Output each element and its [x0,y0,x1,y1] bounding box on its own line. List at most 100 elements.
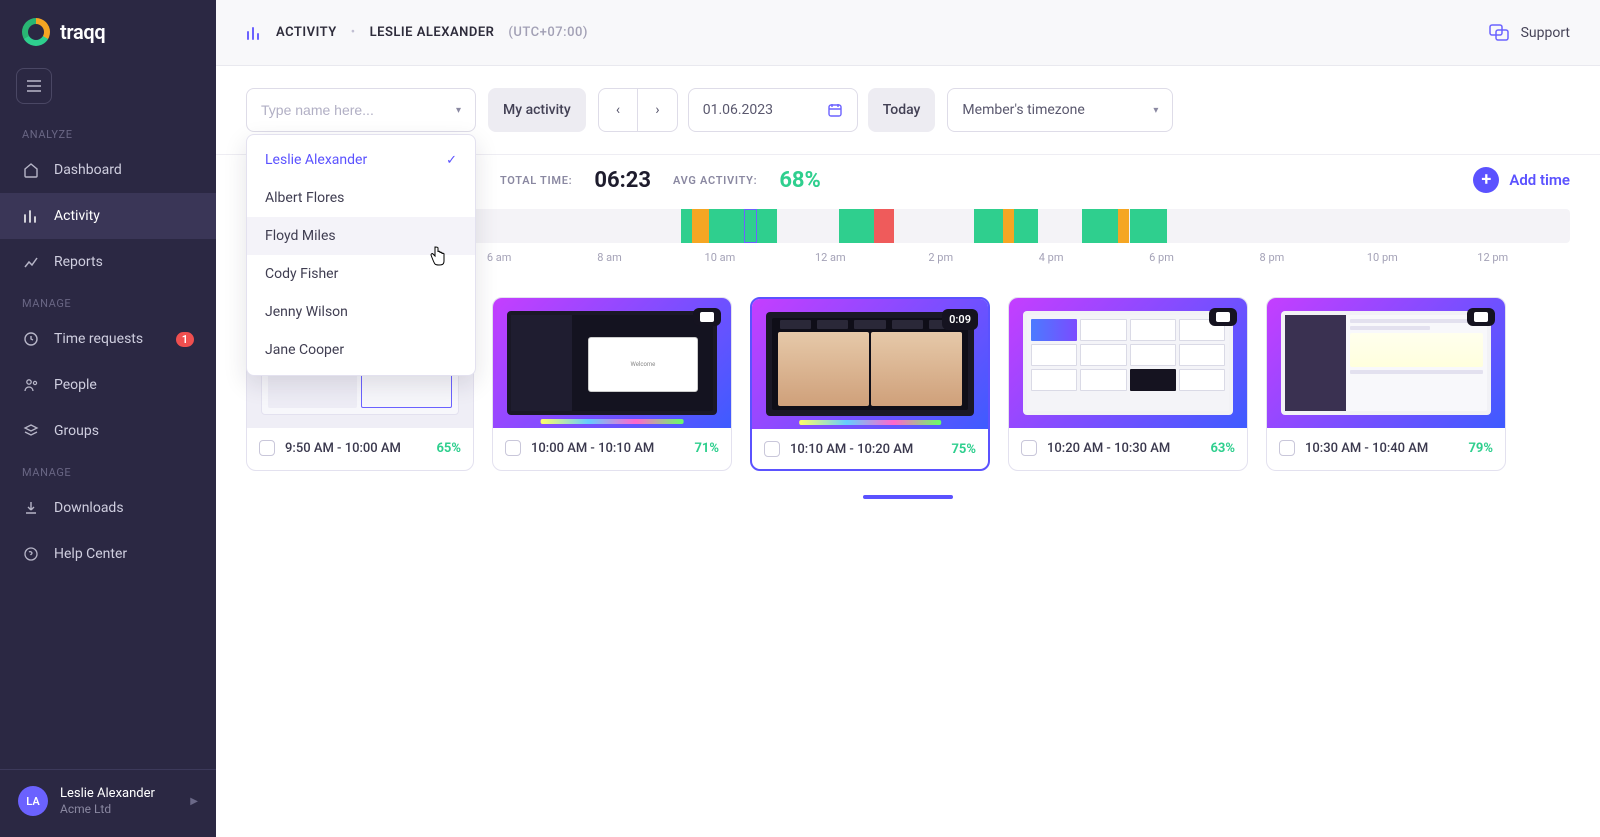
dropdown-item[interactable]: Leslie Alexander ✓ [247,141,475,179]
home-icon [22,161,40,179]
tick: 4 pm [1039,251,1064,264]
sidebar-item-downloads[interactable]: Downloads [0,485,216,531]
screenshot-card[interactable]: 10:20 AM - 10:30 AM 63% [1008,297,1248,471]
dropdown-item-label: Leslie Alexander [265,152,367,168]
user-org: Acme Ltd [60,802,178,817]
sidebar-item-people[interactable]: People [0,362,216,408]
dropdown-item[interactable]: Albert Flores [247,179,475,217]
prev-day-button[interactable]: ‹ [599,89,638,131]
activity-pct: 79% [1468,441,1493,456]
chart-icon [22,253,40,271]
sidebar-item-reports[interactable]: Reports [0,239,216,285]
crumb-user: LESLIE ALEXANDER [370,25,495,40]
next-day-button[interactable]: › [637,89,677,131]
dropdown-item-label: Jane Cooper [265,342,344,358]
thumbnail: 0:09 [752,299,988,429]
section-label-analyze: ANALYZE [0,116,216,147]
sidebar-item-label: Time requests [54,331,143,347]
scroll-indicator[interactable] [863,495,953,499]
thumbnail [1009,298,1247,428]
timeline-segment [681,209,692,243]
activity-pct: 75% [951,442,976,457]
sidebar-item-groups[interactable]: Groups [0,408,216,454]
checkbox[interactable] [1279,440,1295,456]
sidebar-item-label: Activity [54,208,100,224]
dock-icon [799,420,941,425]
sidebar-item-activity[interactable]: Activity [0,193,216,239]
timeline-segment [874,209,894,243]
checkbox[interactable] [1021,440,1037,456]
badge-count: 1 [176,332,194,347]
sidebar-item-dashboard[interactable]: Dashboard [0,147,216,193]
help-icon [22,545,40,563]
dropdown-item-label: Cody Fisher [265,266,338,282]
dropdown-item[interactable]: Jane Cooper [247,331,475,369]
dropdown-item[interactable]: Floyd Miles [247,217,475,255]
crumb-tz: (UTC+07:00) [508,25,587,40]
checkbox[interactable] [505,440,521,456]
people-icon [22,376,40,394]
bars-icon [246,25,262,41]
sidebar-item-time-requests[interactable]: Time requests 1 [0,316,216,362]
sidebar: traqq ANALYZE Dashboard Activity Reports… [0,0,216,837]
activity-pct: 71% [694,441,719,456]
video-badge [1467,308,1495,326]
tick: 6 pm [1149,251,1174,264]
checkbox[interactable] [764,441,780,457]
my-activity-button[interactable]: My activity [488,88,586,132]
video-badge [1209,308,1237,326]
timeline-segment [692,209,709,243]
member-combo[interactable]: ▾ [246,88,476,132]
thumbnail [1267,298,1505,428]
member-dropdown: Leslie Alexander ✓ Albert Flores Floyd M… [246,134,476,376]
sidebar-item-label: Help Center [54,546,127,562]
dropdown-item[interactable]: Cody Fisher [247,255,475,293]
checkbox[interactable] [259,440,275,456]
calendar-icon [827,102,843,118]
date-field[interactable]: 01.06.2023 [688,88,858,132]
plus-icon: + [1473,167,1499,193]
clock-icon [22,330,40,348]
tick: 6 am [487,251,512,264]
topbar: ACTIVITY • LESLIE ALEXANDER (UTC+07:00) … [216,0,1600,66]
screenshot-card[interactable]: Welcome 10:00 AM - 10:10 AM 71% [492,297,732,471]
support-link[interactable]: Support [1521,25,1570,41]
support-icon[interactable] [1489,24,1509,42]
user-name: Leslie Alexander [60,786,178,802]
crumb-activity: ACTIVITY [276,25,337,40]
sidebar-item-help-center[interactable]: Help Center [0,531,216,577]
video-icon [700,312,714,322]
chevron-down-icon: ▾ [1153,105,1158,116]
main: ACTIVITY • LESLIE ALEXANDER (UTC+07:00) … [216,0,1600,837]
time-range: 10:00 AM - 10:10 AM [531,441,654,456]
timeline-segment [839,209,874,243]
timezone-value: Member's timezone [962,102,1084,118]
screenshot-card[interactable]: 10:30 AM - 10:40 AM 79% [1266,297,1506,471]
dropdown-item[interactable]: Jenny Wilson [247,293,475,331]
timeline-segment [709,209,748,243]
date-pager: ‹ › [598,88,678,132]
member-input[interactable] [261,102,456,118]
today-button[interactable]: Today [868,88,936,132]
chevron-down-icon: ▾ [456,105,461,116]
logo-icon [22,18,50,46]
screenshot-card[interactable]: 0:09 10:10 AM - 10:20 AM 75% [750,297,990,471]
brand-name: traqq [60,20,105,44]
timezone-select[interactable]: Member's timezone ▾ [947,88,1173,132]
crumb-sep: • [351,25,356,40]
user-card[interactable]: LA Leslie Alexander Acme Ltd ▶ [0,769,216,837]
add-time-label: Add time [1509,171,1570,189]
check-icon: ✓ [446,153,457,168]
menu-toggle-button[interactable] [16,68,52,104]
timeline-segment-selected [744,209,757,243]
section-label-manage2: MANAGE [0,454,216,485]
timeline-segment [1003,209,1014,243]
total-time-label: TOTAL TIME: [500,174,572,187]
add-time-button[interactable]: + Add time [1473,167,1570,193]
sidebar-item-label: Reports [54,254,103,270]
timeline-ticks: 6 am 8 am 10 am 12 am 2 pm 4 pm 6 pm 8 p… [466,251,1570,267]
timeline-segment [757,209,777,243]
time-range: 10:10 AM - 10:20 AM [790,442,913,457]
timeline-track[interactable] [466,209,1570,243]
bars-icon [22,207,40,225]
